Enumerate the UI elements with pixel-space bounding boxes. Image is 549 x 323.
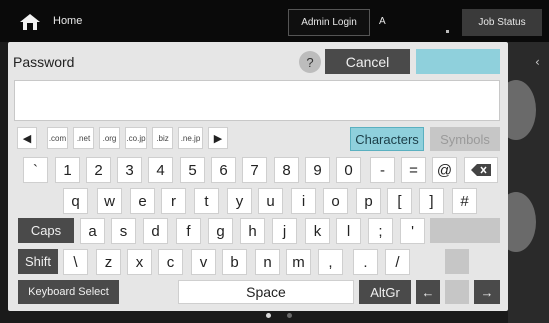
key[interactable]: 2 [86,157,111,183]
key[interactable]: - [370,157,395,183]
key[interactable]: v [191,249,216,275]
backspace-button[interactable] [464,157,498,183]
key[interactable]: # [452,188,477,214]
key[interactable]: q [63,188,88,214]
screen: Home Admin Login A Job Status ‹ Password… [0,0,549,323]
key[interactable]: 8 [274,157,299,183]
key[interactable]: 5 [180,157,205,183]
key[interactable]: h [240,218,265,244]
key[interactable]: w [97,188,122,214]
top-bar: Home Admin Login A Job Status [0,0,549,42]
key[interactable]: 3 [117,157,142,183]
key[interactable]: p [356,188,381,214]
key[interactable]: = [401,157,426,183]
domain-scroll-right-button[interactable]: ▶ [208,127,228,149]
key[interactable]: c [158,249,183,275]
up-arrow-button[interactable] [445,249,469,274]
shift-button[interactable]: Shift [18,249,58,274]
page-indicator-active [266,313,271,318]
key[interactable]: 9 [305,157,330,183]
domain-key[interactable]: .org [99,127,120,149]
key[interactable]: z [96,249,121,275]
key[interactable]: ` [23,157,48,183]
domain-scroll-left-button[interactable]: ◀ [17,127,37,149]
key[interactable]: n [255,249,280,275]
key[interactable]: l [336,218,361,244]
key[interactable]: r [161,188,186,214]
key[interactable]: d [143,218,168,244]
key[interactable]: o [323,188,348,214]
admin-login-button[interactable]: Admin Login [288,9,370,36]
key[interactable]: 4 [148,157,173,183]
domain-key[interactable]: .biz [152,127,173,149]
key[interactable]: j [272,218,297,244]
key[interactable]: 6 [211,157,236,183]
key[interactable]: y [227,188,252,214]
user-indicator: A [379,16,386,27]
key[interactable]: x [127,249,152,275]
caps-button[interactable]: Caps [18,218,74,243]
dialog-title: Password [13,54,75,70]
status-dot [446,30,449,33]
symbols-mode-button[interactable]: Symbols [430,127,500,151]
key[interactable]: ' [400,218,425,244]
chevron-left-icon[interactable]: ‹ [535,55,540,69]
key[interactable]: [ [387,188,412,214]
key[interactable]: . [353,249,378,275]
key[interactable]: g [208,218,233,244]
domain-key[interactable]: .com [47,127,68,149]
key[interactable]: ] [419,188,444,214]
key[interactable]: t [194,188,219,214]
help-button[interactable]: ? [299,51,321,73]
key[interactable]: a [80,218,105,244]
key[interactable]: 1 [55,157,80,183]
key[interactable]: e [130,188,155,214]
home-icon[interactable] [19,13,41,31]
key[interactable]: / [385,249,410,275]
cancel-button[interactable]: Cancel [325,49,410,74]
key[interactable]: 7 [242,157,267,183]
job-status-button[interactable]: Job Status [462,9,542,36]
key[interactable]: , [318,249,343,275]
password-input[interactable] [14,80,500,121]
domain-key[interactable]: .co.jp [125,127,147,149]
key[interactable]: u [258,188,283,214]
key[interactable]: k [305,218,330,244]
characters-mode-button[interactable]: Characters [350,127,424,151]
left-arrow-button[interactable]: ← [416,280,440,304]
page-indicator [287,313,292,318]
key[interactable]: ; [368,218,393,244]
domain-key[interactable]: .ne.jp [178,127,203,149]
key[interactable]: s [111,218,136,244]
key[interactable]: \ [63,249,88,275]
domain-key[interactable]: .net [73,127,94,149]
key[interactable]: f [176,218,201,244]
keyboard-select-button[interactable]: Keyboard Select [18,280,119,304]
key[interactable]: b [222,249,247,275]
key[interactable]: 0 [336,157,361,183]
key[interactable]: i [291,188,316,214]
space-key[interactable]: Space [178,280,354,304]
down-arrow-button[interactable] [445,280,469,304]
key[interactable]: @ [432,157,457,183]
ok-button[interactable] [416,49,500,74]
right-arrow-button[interactable]: → [474,280,500,304]
backspace-icon [471,164,491,176]
home-label[interactable]: Home [53,15,82,27]
key[interactable]: m [286,249,311,275]
altgr-button[interactable]: AltGr [359,280,411,304]
enter-button[interactable] [430,218,500,243]
